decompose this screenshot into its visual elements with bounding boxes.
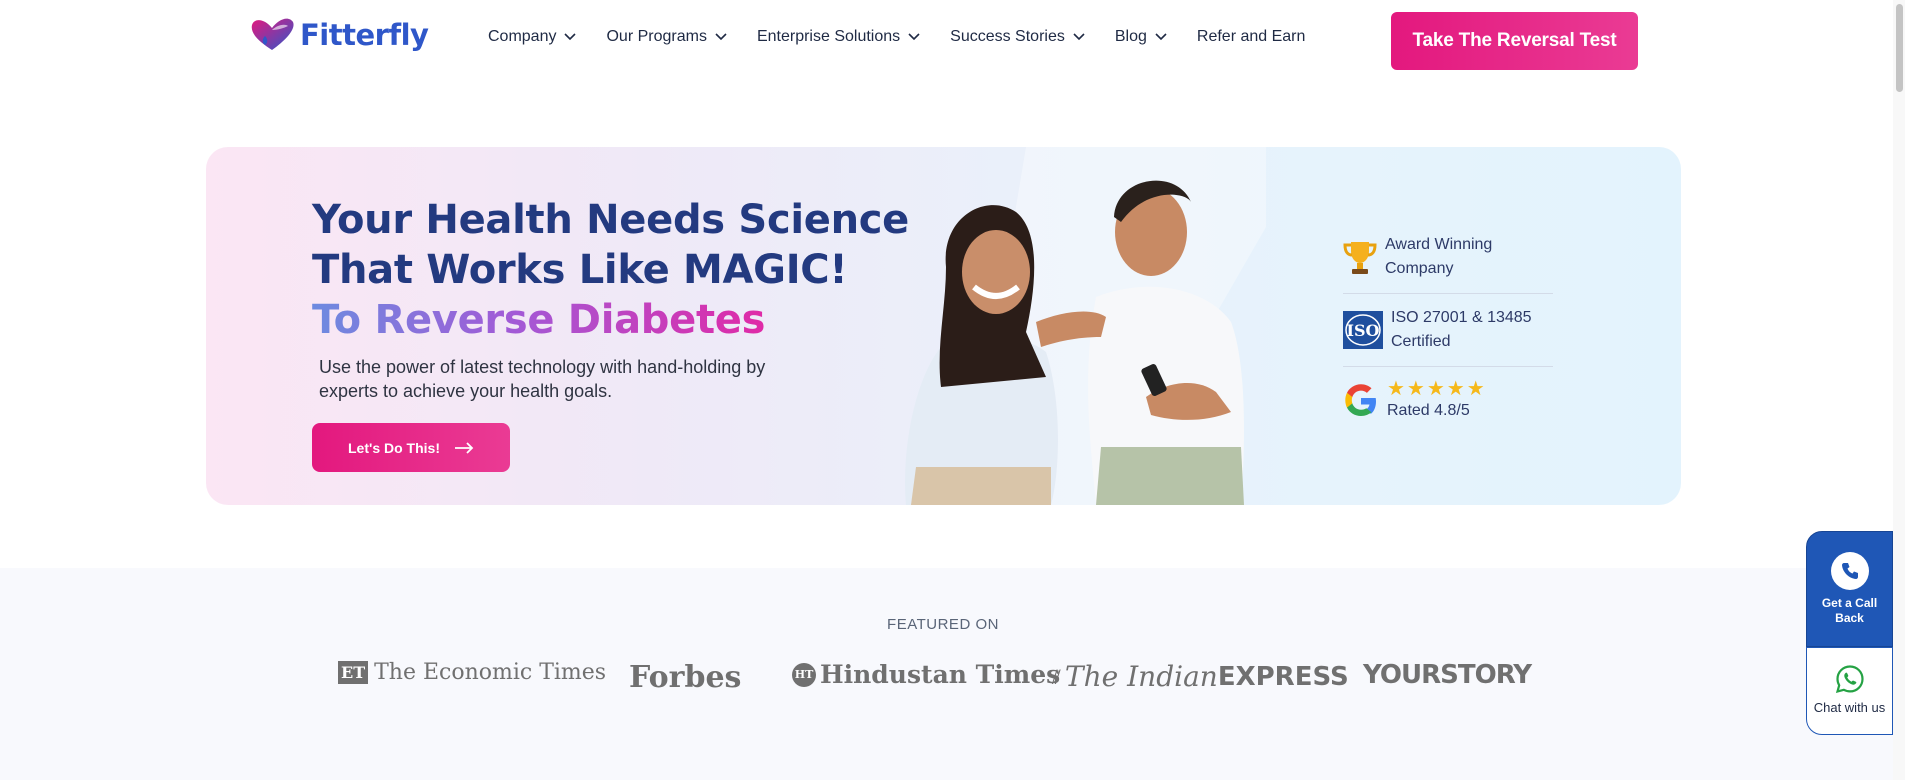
nav-item-label: Blog (1114, 28, 1147, 45)
nav-item-blog[interactable]: Blog (1115, 28, 1167, 46)
five-star-rating: ★★★★★ (1387, 378, 1487, 400)
nav-item-success-stories[interactable]: Success Stories (950, 28, 1085, 46)
whatsapp-icon (1835, 665, 1864, 694)
indian-express-mark-icon: ⫽ (1052, 664, 1061, 689)
hero-button-label: Let's Do This! (348, 439, 440, 456)
site-header: Fitterfly Company Our Programs Enterpris… (0, 0, 1905, 82)
hindustan-times-text: Hindustan Times (820, 660, 1061, 689)
economic-times-text: The Economic Times (374, 660, 607, 685)
et-mark: ET (338, 661, 369, 684)
nav-item-enterprise-solutions[interactable]: Enterprise Solutions (757, 28, 920, 46)
butterfly-logo-icon (251, 18, 294, 50)
phone-icon (1830, 552, 1869, 590)
trophy-icon (1343, 242, 1377, 274)
hero-heading: Your Health Needs Science That Works Lik… (312, 195, 909, 345)
google-rating-badge: ★★★★★ Rated 4.8/5 (1343, 379, 1553, 435)
iso-text: ISO 27001 & 13485 Certified (1391, 309, 1532, 350)
indian-express-bold: EXPRESS (1217, 661, 1349, 692)
hero-couple-image (905, 147, 1266, 505)
nav-item-label: Our Programs (606, 28, 707, 45)
featured-on-section: FEATURED ON ET The Economic Times Forbes… (0, 568, 1893, 780)
featured-on-label: FEATURED ON (887, 616, 999, 633)
nav-item-refer-and-earn[interactable]: Refer and Earn (1197, 28, 1306, 46)
chat-label: Chat with us (1813, 700, 1886, 715)
hero-heading-line3: To Reverse Diabetes (312, 297, 766, 343)
award-text: Award Winning Company (1385, 236, 1493, 277)
lets-do-this-button[interactable]: Let's Do This! (312, 423, 510, 472)
nav-item-label: Success Stories (950, 28, 1065, 45)
indian-express-logo: ⫽ The Indian EXPRESS (1052, 660, 1349, 693)
chevron-down-icon (1073, 33, 1085, 41)
nav-item-our-programs[interactable]: Our Programs (606, 28, 727, 46)
hindustan-times-logo: HT Hindustan Times (792, 660, 1060, 689)
yourstory-logo: YOURSTORY (1363, 660, 1532, 690)
chevron-down-icon (715, 33, 727, 41)
iso-certification-icon: ISO (1343, 311, 1383, 349)
nav-item-label: Refer and Earn (1196, 28, 1306, 45)
rating-text: Rated 4.8/5 (1387, 402, 1470, 419)
hero-subtitle: Use the power of latest technology with … (319, 357, 766, 401)
nav-item-label: Company (488, 28, 557, 45)
trust-badges: Award Winning Company ISO ISO 27001 & 13… (1343, 233, 1553, 447)
fitterfly-logo[interactable]: Fitterfly (248, 16, 429, 54)
nav-item-label: Enterprise Solutions (756, 28, 901, 45)
indian-express-italic: The Indian (1064, 660, 1218, 693)
hero-heading-line1: Your Health Needs Science (312, 197, 910, 243)
chevron-down-icon (908, 33, 920, 41)
get-call-back-button[interactable]: Get a Call Back (1806, 531, 1893, 647)
hero-heading-line2: That Works Like MAGIC! (312, 247, 848, 293)
chat-with-us-button[interactable]: Chat with us (1806, 647, 1893, 735)
iso-badge: ISO ISO 27001 & 13485 Certified (1343, 306, 1553, 367)
rating-block: ★★★★★ Rated 4.8/5 (1387, 379, 1487, 423)
iso-logo-text: ISO (1347, 321, 1380, 340)
arrow-right-icon (455, 441, 474, 454)
google-icon (1345, 384, 1376, 416)
ht-mark: HT (792, 662, 816, 687)
take-reversal-test-button[interactable]: Take The Reversal Test (1391, 12, 1638, 70)
hero-banner: Your Health Needs Science That Works Lik… (206, 147, 1681, 505)
chevron-down-icon (1155, 33, 1167, 41)
award-badge: Award Winning Company (1343, 233, 1553, 294)
economic-times-logo: ET The Economic Times (338, 660, 606, 685)
nav-item-company[interactable]: Company (488, 28, 577, 46)
forbes-logo: Forbes (629, 660, 742, 695)
scrollbar-thumb[interactable] (1896, 4, 1903, 92)
page-scrollbar[interactable] (1893, 0, 1905, 780)
brand-name: Fitterfly (300, 18, 429, 52)
call-back-label: Get a Call Back (1821, 596, 1878, 625)
chevron-down-icon (564, 33, 577, 41)
main-nav: Company Our Programs Enterprise Solution… (488, 28, 1335, 46)
